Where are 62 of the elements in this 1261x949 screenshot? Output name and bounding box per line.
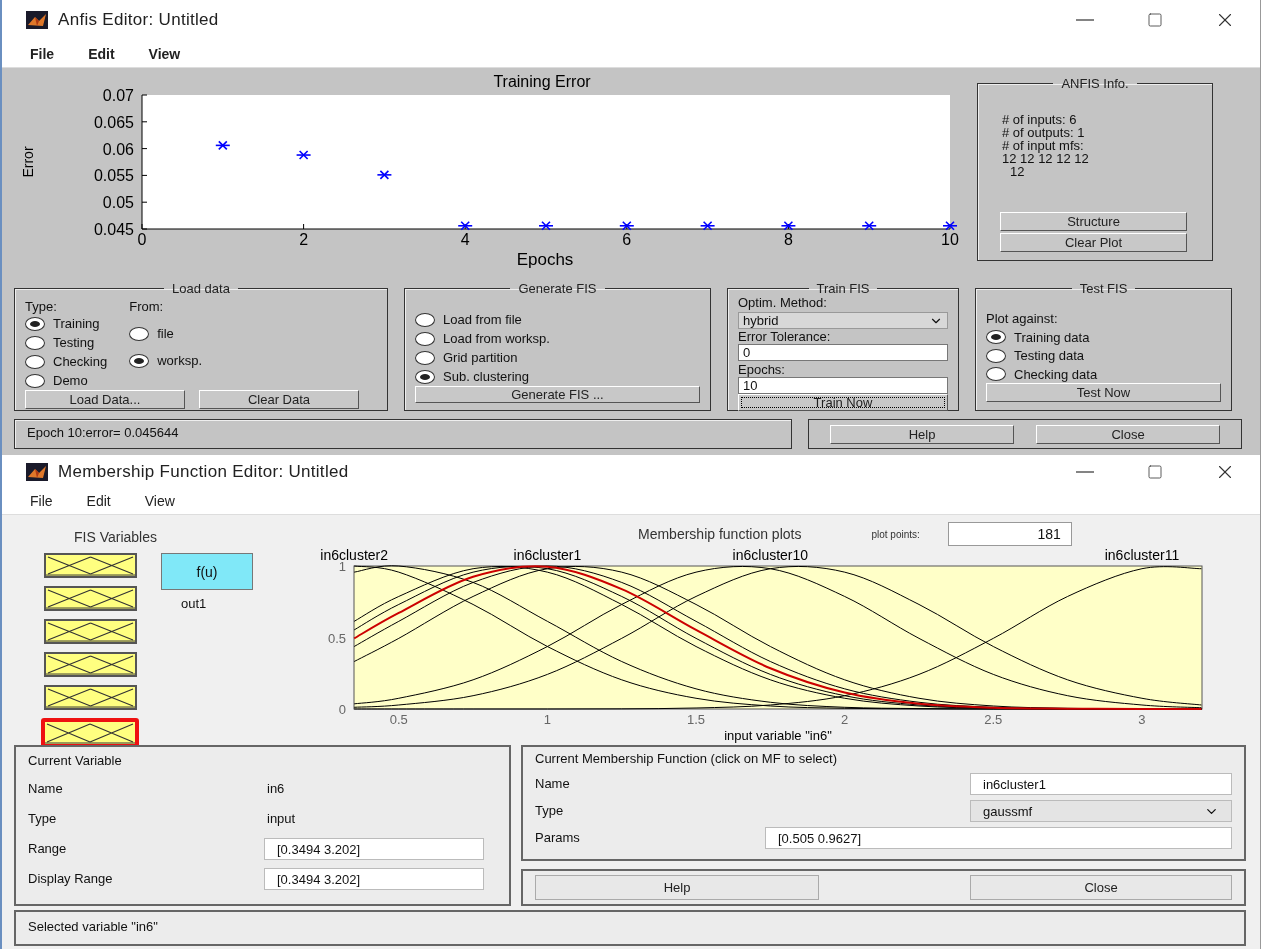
field-label: Epochs: bbox=[738, 363, 786, 377]
field-label: Type bbox=[28, 812, 58, 826]
tick-label: 2 bbox=[299, 231, 309, 248]
field-label: Optim. Method: bbox=[738, 296, 828, 310]
status-message: Epoch 10:error= 0.045644 bbox=[14, 419, 792, 449]
curve-label: in6cluster10 bbox=[732, 549, 809, 563]
tick-label: 6 bbox=[622, 231, 632, 248]
tick-label: 0 bbox=[137, 231, 147, 248]
tick-label: 3 bbox=[1138, 712, 1146, 727]
field-label: Type: bbox=[25, 300, 58, 314]
chart-title: Training Error bbox=[493, 73, 591, 90]
tick-label: 0.05 bbox=[102, 194, 134, 212]
field-value: in6 bbox=[266, 782, 286, 796]
tick-label: 0.07 bbox=[102, 87, 134, 104]
window-title: Anfis Editor: Untitled bbox=[58, 10, 219, 30]
field-label: Type bbox=[535, 803, 564, 818]
tick-label: 2.5 bbox=[984, 712, 1003, 727]
curve-label: in6cluster11 bbox=[1104, 549, 1180, 563]
field-label: Name bbox=[535, 776, 570, 791]
tick-label: 1.5 bbox=[687, 712, 706, 727]
variable-name: out1 bbox=[181, 596, 208, 611]
field-label: Range bbox=[28, 842, 68, 856]
field-label: Plot against: bbox=[986, 312, 1059, 326]
panel-title: Train FIS bbox=[815, 281, 871, 296]
tick-label: 0.5 bbox=[327, 630, 346, 646]
chart-title: Membership function plots bbox=[638, 526, 802, 542]
axis-title: Epochs bbox=[516, 250, 574, 269]
tick-label: 1 bbox=[543, 712, 551, 727]
section-title: FIS Variables bbox=[74, 529, 158, 545]
field-label: Name bbox=[28, 782, 64, 796]
tick-label: 10 bbox=[941, 231, 959, 248]
field-label: Error Tolerance: bbox=[738, 330, 832, 344]
field-value: input bbox=[266, 812, 297, 826]
panel-title: Test FIS bbox=[1078, 281, 1129, 296]
section-title: Current Variable bbox=[28, 753, 123, 768]
tick-label: 0 bbox=[338, 702, 346, 717]
tick-label: 2 bbox=[841, 712, 849, 727]
info-line: # of outputs: 1 bbox=[1002, 126, 1086, 139]
panel-title: ANFIS Info. bbox=[1060, 76, 1130, 91]
info-line: 12 bbox=[1009, 165, 1026, 178]
curve-label: in6cluster1 bbox=[513, 549, 582, 563]
tick-label: 4 bbox=[460, 231, 470, 248]
info-line: 12 12 12 12 12 bbox=[1002, 152, 1090, 165]
field-label: plot points: bbox=[871, 528, 920, 540]
window-title: Membership Function Editor: Untitled bbox=[58, 461, 349, 482]
panel-title: Load data bbox=[171, 281, 231, 296]
tick-label: 0.5 bbox=[389, 712, 408, 727]
tick-label: 0.055 bbox=[93, 167, 134, 185]
tick-label: 0.065 bbox=[93, 113, 134, 131]
tick-label: 0.06 bbox=[102, 140, 134, 158]
tick-label: 0.045 bbox=[93, 221, 134, 238]
info-line: # of inputs: 6 bbox=[1002, 113, 1078, 126]
field-label: Display Range bbox=[28, 872, 114, 886]
axis-title: input variable "in6" bbox=[724, 728, 832, 743]
field-label: From: bbox=[129, 300, 165, 314]
tick-label: 8 bbox=[783, 231, 793, 248]
status-message: Selected variable "in6" bbox=[14, 910, 1246, 946]
axis-title: Error bbox=[20, 146, 36, 178]
section-title: Current Membership Function (click on MF to select) bbox=[535, 751, 838, 766]
field-label: Params bbox=[535, 830, 580, 845]
info-line: # of input mfs: bbox=[1002, 139, 1085, 152]
panel-title: Generate FIS bbox=[517, 281, 598, 296]
